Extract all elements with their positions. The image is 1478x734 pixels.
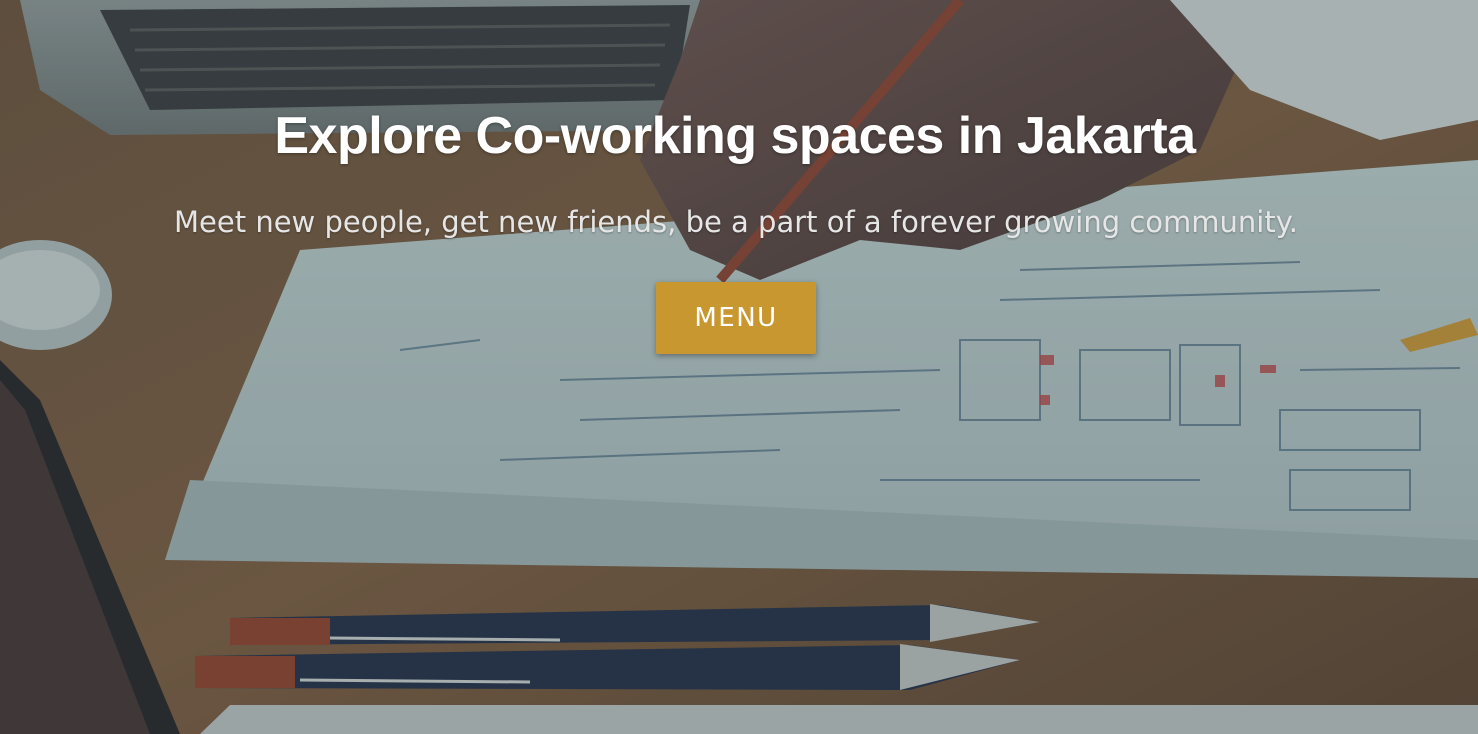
menu-button[interactable]: MENU [656, 282, 816, 354]
hero-section: Explore Co-working spaces in Jakarta Mee… [0, 0, 1478, 734]
hero-title: Explore Co-working spaces in Jakarta [274, 107, 1196, 165]
hero-content: Explore Co-working spaces in Jakarta Mee… [0, 0, 1478, 734]
hero-subtitle: Meet new people, get new friends, be a p… [174, 205, 1298, 239]
